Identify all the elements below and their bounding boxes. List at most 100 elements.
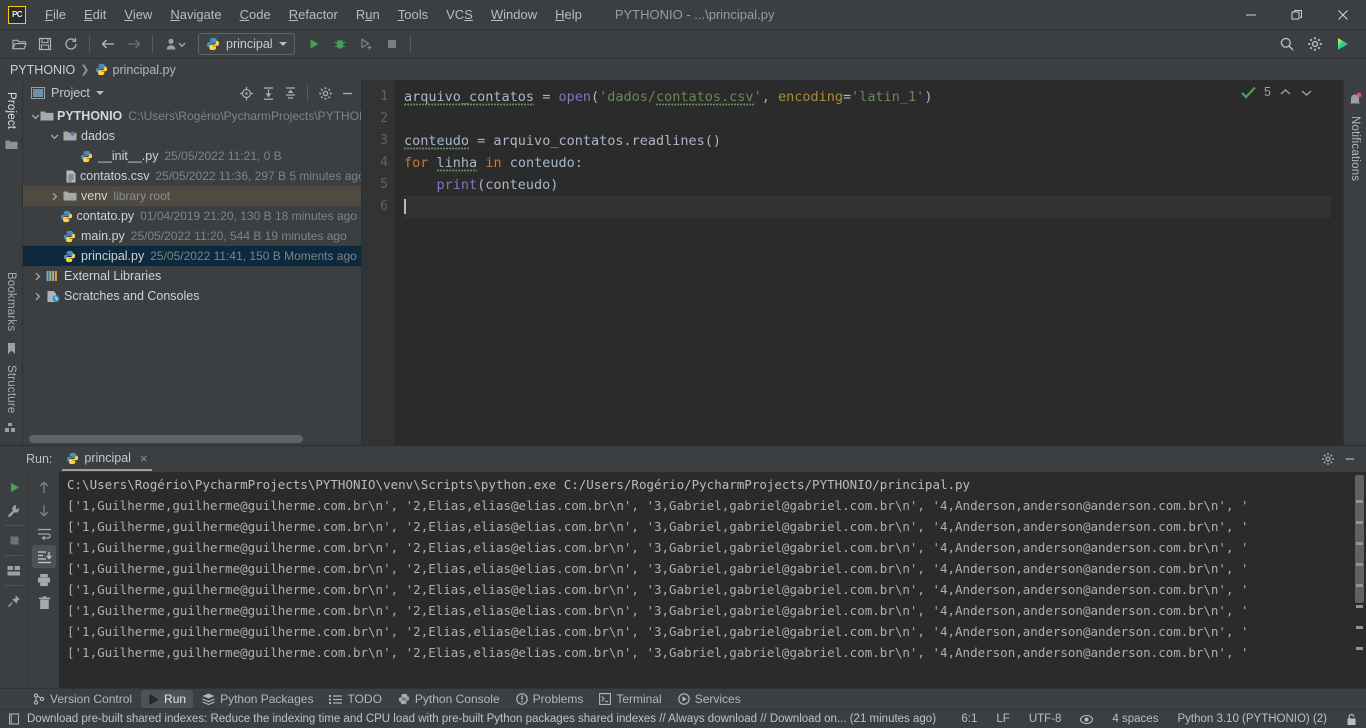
restore-icon[interactable]	[1274, 0, 1320, 30]
project-horizontal-scrollbar[interactable]	[23, 433, 361, 445]
chevron-right-icon[interactable]	[31, 292, 44, 301]
breadcrumb-file[interactable]: principal.py	[113, 63, 176, 77]
tool-window-run[interactable]: Run	[141, 690, 194, 708]
settings-gear-icon[interactable]	[1302, 32, 1328, 56]
menu-file[interactable]: File	[36, 3, 75, 26]
gear-icon[interactable]	[315, 83, 335, 103]
notifications-bell-icon[interactable]	[1348, 92, 1362, 106]
inspection-ok-icon[interactable]	[1241, 86, 1256, 99]
stop-button[interactable]	[379, 32, 405, 56]
tool-window-version-control[interactable]: Version Control	[26, 690, 139, 708]
rail-item-project[interactable]: Project	[5, 86, 17, 135]
run-tab-principal[interactable]: principal ×	[62, 448, 152, 471]
chevron-down-icon[interactable]	[48, 132, 61, 141]
code-content[interactable]: arquivo_contatos = open('dados/contatos.…	[394, 80, 1331, 445]
tool-window-services[interactable]: Services	[671, 690, 748, 708]
scroll-to-end-icon[interactable]	[32, 545, 56, 568]
debug-button[interactable]	[327, 32, 353, 56]
tree-node[interactable]: dados	[23, 126, 361, 146]
run-button[interactable]	[301, 32, 327, 56]
tree-node[interactable]: Scratches and Consoles	[23, 286, 361, 306]
structure-icon[interactable]	[5, 423, 17, 433]
bookmark-icon[interactable]	[6, 342, 17, 355]
notification-icon[interactable]	[8, 713, 20, 725]
menu-refactor[interactable]: Refactor	[280, 3, 347, 26]
tool-window-python-console[interactable]: Python Console	[391, 690, 507, 708]
open-folder-icon[interactable]	[6, 32, 32, 56]
editor-scrollbar[interactable]	[1331, 80, 1343, 445]
code-line[interactable]: for linha in conteudo:	[404, 152, 1331, 174]
rail-item-notifications[interactable]: Notifications	[1349, 110, 1361, 187]
chevron-down-icon[interactable]	[95, 91, 104, 95]
run-with-coverage-button[interactable]	[353, 32, 379, 56]
search-icon[interactable]	[1274, 32, 1300, 56]
tool-window-python-packages[interactable]: Python Packages	[195, 690, 320, 708]
line-separator[interactable]: LF	[993, 712, 1012, 726]
close-icon[interactable]	[1320, 0, 1366, 30]
back-arrow-icon[interactable]	[95, 32, 121, 56]
minimize-icon[interactable]	[1228, 0, 1274, 30]
status-message[interactable]: Download pre-built shared indexes: Reduc…	[27, 713, 936, 725]
project-tree[interactable]: PYTHONIO C:\Users\Rogério\PycharmProjects…	[23, 106, 361, 433]
wrench-icon[interactable]	[2, 499, 26, 522]
menu-run[interactable]: Run	[347, 3, 389, 26]
tree-node[interactable]: venv library root	[23, 186, 361, 206]
soft-wrap-icon[interactable]	[32, 522, 56, 545]
rail-item-structure[interactable]: Structure	[5, 359, 17, 419]
rail-item-bookmarks[interactable]: Bookmarks	[5, 266, 17, 337]
tree-node[interactable]: PYTHONIO C:\Users\Rogério\PycharmProjects…	[23, 106, 361, 126]
tool-window-problems[interactable]: Problems	[509, 690, 591, 708]
code-line[interactable]: print(conteudo)	[404, 174, 1331, 196]
forward-arrow-icon[interactable]	[121, 32, 147, 56]
tool-window-todo[interactable]: TODO	[322, 690, 388, 708]
run-console-output[interactable]: C:\Users\Rogério\PycharmProjects\PYTHONI…	[59, 472, 1353, 688]
menu-window[interactable]: Window	[482, 3, 546, 26]
menu-help[interactable]: Help	[546, 3, 591, 26]
stop-icon[interactable]	[2, 529, 26, 552]
file-encoding[interactable]: UTF-8	[1026, 712, 1065, 726]
down-arrow-icon[interactable]	[32, 499, 56, 522]
rerun-icon[interactable]	[2, 476, 26, 499]
print-icon[interactable]	[32, 568, 56, 591]
gear-icon[interactable]	[1318, 449, 1338, 469]
code-editor[interactable]: 1 2 3 4 5 6 arquivo_contatos = open('dados/co…	[362, 80, 1343, 445]
previous-problem-icon[interactable]	[1279, 86, 1292, 99]
expand-all-icon[interactable]	[258, 83, 278, 103]
code-line[interactable]	[404, 196, 1331, 218]
sync-icon[interactable]	[58, 32, 84, 56]
chevron-right-icon[interactable]	[48, 192, 61, 201]
python-interpreter[interactable]: Python 3.10 (PYTHONIO) (2)	[1174, 712, 1330, 726]
tree-node[interactable]: External Libraries	[23, 266, 361, 286]
tree-node[interactable]: main.py 25/05/2022 11:20, 544 B 19 minute…	[23, 226, 361, 246]
save-icon[interactable]	[32, 32, 58, 56]
menu-tools[interactable]: Tools	[389, 3, 437, 26]
menu-edit[interactable]: Edit	[75, 3, 115, 26]
close-tab-icon[interactable]: ×	[140, 451, 148, 466]
menu-view[interactable]: View	[115, 3, 161, 26]
hide-panel-icon[interactable]	[1340, 449, 1360, 469]
folder-icon[interactable]	[5, 139, 18, 151]
console-scrollbar[interactable]	[1353, 472, 1366, 688]
indent-setting[interactable]: 4 spaces	[1109, 712, 1161, 726]
trash-icon[interactable]	[32, 591, 56, 614]
code-line[interactable]: arquivo_contatos = open('dados/contatos.…	[404, 86, 1331, 108]
code-line[interactable]: conteudo = arquivo_contatos.readlines()	[404, 130, 1331, 152]
menu-code[interactable]: Code	[231, 3, 280, 26]
collapse-all-icon[interactable]	[280, 83, 300, 103]
tool-window-terminal[interactable]: Terminal	[592, 690, 668, 708]
tree-node[interactable]: contato.py 01/04/2019 21:20, 130 B 18 min…	[23, 206, 361, 226]
pin-icon[interactable]	[2, 589, 26, 612]
menu-navigate[interactable]: Navigate	[161, 3, 230, 26]
tree-node[interactable]: principal.py 25/05/2022 11:41, 150 B Mome…	[23, 246, 361, 266]
run-configuration-selector[interactable]: principal	[198, 33, 295, 55]
tree-node[interactable]: __init__.py 25/05/2022 11:21, 0 B	[23, 146, 361, 166]
code-line[interactable]	[404, 108, 1331, 130]
tree-node[interactable]: contatos.csv 25/05/2022 11:36, 297 B 5 mi…	[23, 166, 361, 186]
menu-vcs[interactable]: VCS	[437, 3, 482, 26]
scrollbar-thumb[interactable]	[29, 435, 303, 443]
caret-position[interactable]: 6:1	[958, 712, 980, 726]
chevron-down-icon[interactable]	[31, 112, 40, 121]
eye-icon[interactable]	[1077, 713, 1096, 726]
hide-panel-icon[interactable]	[337, 83, 357, 103]
breadcrumb-root[interactable]: PYTHONIO	[10, 63, 75, 77]
